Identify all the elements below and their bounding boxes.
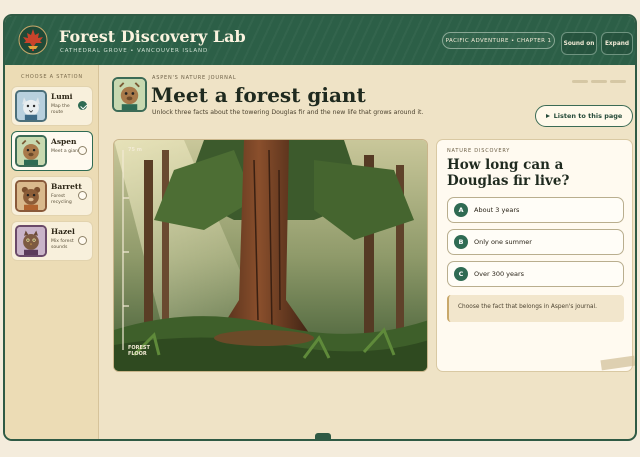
station-item-barrett[interactable]: Barrett Forest recycling <box>11 176 93 216</box>
listen-label: Listen to this page <box>553 112 623 120</box>
station-radio <box>78 191 87 200</box>
quiz-question: How long can a Douglas fir live? <box>447 157 570 189</box>
station-radio <box>78 146 87 155</box>
lumi-avatar <box>15 90 47 122</box>
aspen-journal-avatar <box>112 77 147 112</box>
quiz-card: NATURE DISCOVERY How long can a Douglas … <box>436 139 635 372</box>
main-content: ASPEN'S NATURE JOURNAL Meet a forest gia… <box>100 65 635 439</box>
quiz-hint: Choose the fact that belongs in Aspen's … <box>447 295 624 322</box>
station-name: Hazel <box>51 227 75 236</box>
height-ruler-top-label: 75 m <box>128 147 142 153</box>
height-ruler-bottom-label: FOREST FLOOR <box>128 345 150 357</box>
answer-option-c[interactable]: C Over 300 years <box>447 261 624 287</box>
journal-label: ASPEN'S NATURE JOURNAL <box>152 75 237 81</box>
bottom-handle <box>315 433 331 439</box>
option-text: About 3 years <box>474 206 520 214</box>
sidebar-title: CHOOSE A STATION <box>21 74 83 80</box>
app-subtitle: CATHEDRAL GROVE • VANCOUVER ISLAND <box>60 48 209 54</box>
chapter-badge: PACIFIC ADVENTURE • CHAPTER 1 <box>442 32 555 49</box>
option-letter: A <box>454 203 468 217</box>
forest-illustration: 75 m FOREST FLOOR <box>113 139 428 372</box>
station-item-aspen[interactable]: Aspen Meet a giant <box>11 131 93 171</box>
decorative-tape <box>600 355 635 371</box>
answer-option-b[interactable]: B Only one summer <box>447 229 624 255</box>
option-letter: C <box>454 267 468 281</box>
station-desc: Meet a giant <box>51 149 80 154</box>
page-intro: Unlock three facts about the towering Do… <box>152 109 424 116</box>
maple-leaf-logo-icon <box>18 25 48 55</box>
station-item-hazel[interactable]: Hazel Mix forest sounds <box>11 221 93 261</box>
station-desc: Forest recycling <box>51 194 72 205</box>
station-desc: Map the route <box>51 104 70 115</box>
station-radio <box>78 236 87 245</box>
app-header: Forest Discovery Lab CATHEDRAL GROVE • V… <box>5 16 635 65</box>
option-text: Only one summer <box>474 238 532 246</box>
app-frame: Forest Discovery Lab CATHEDRAL GROVE • V… <box>3 14 637 441</box>
station-name: Lumi <box>51 92 73 101</box>
station-complete-check-icon <box>78 101 87 110</box>
station-item-lumi[interactable]: Lumi Map the route <box>11 86 93 126</box>
option-text: Over 300 years <box>474 270 525 278</box>
hazel-avatar <box>15 225 47 257</box>
station-sidebar: CHOOSE A STATION Lumi Map the route Aspe… <box>5 65 99 439</box>
station-name: Aspen <box>51 137 77 146</box>
listen-button[interactable]: Listen to this page <box>535 105 633 127</box>
play-icon <box>545 114 550 118</box>
barrett-avatar <box>15 180 47 212</box>
page-progress-dots <box>572 80 626 83</box>
page-title: Meet a forest giant <box>151 83 366 107</box>
station-desc: Mix forest sounds <box>51 239 74 250</box>
answer-option-a[interactable]: A About 3 years <box>447 197 624 223</box>
sound-toggle-button[interactable]: Sound on <box>561 32 597 55</box>
aspen-avatar <box>15 135 47 167</box>
quiz-label: NATURE DISCOVERY <box>447 148 511 154</box>
expand-button[interactable]: Expand <box>601 32 633 55</box>
app-title: Forest Discovery Lab <box>59 27 246 46</box>
station-name: Barrett <box>51 182 82 191</box>
option-letter: B <box>454 235 468 249</box>
hint-text: Choose the fact that belongs in Aspen's … <box>458 304 598 310</box>
